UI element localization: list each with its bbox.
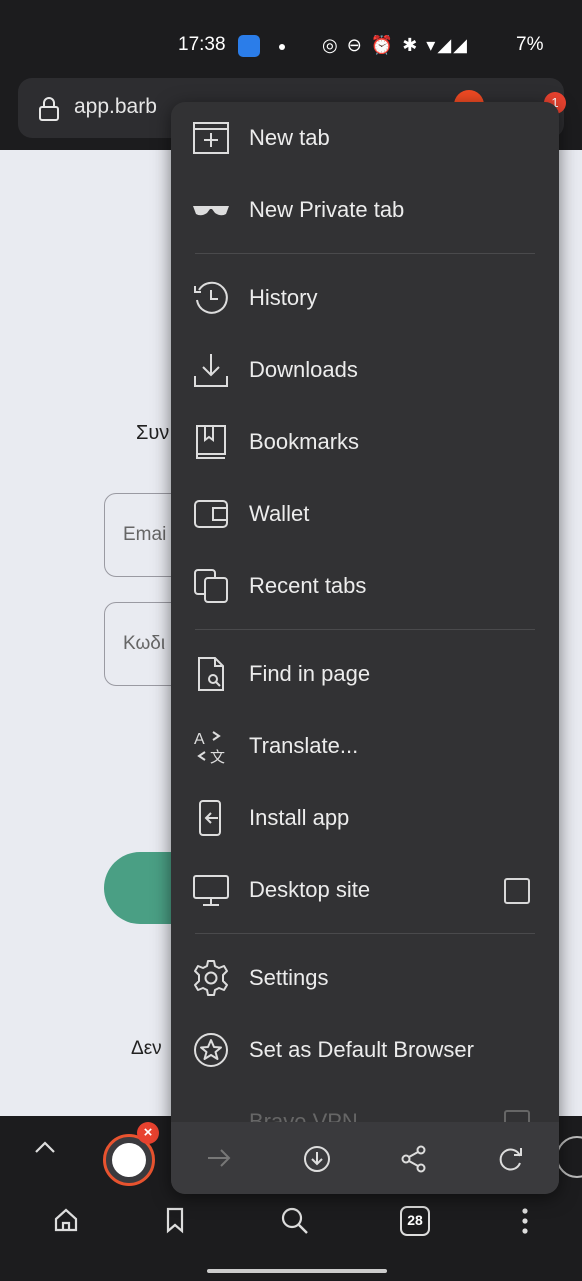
menu-item-set-default-browser[interactable]: Set as Default Browser xyxy=(171,1014,559,1086)
close-icon[interactable]: × xyxy=(137,1122,159,1144)
dot-indicator xyxy=(279,44,285,50)
footer-text: Δεν xyxy=(131,1038,162,1059)
menu-item-settings[interactable]: Settings xyxy=(171,942,559,1014)
install-app-icon xyxy=(191,798,231,838)
password-placeholder: Κωδι xyxy=(123,633,166,654)
menu-item-label: Bookmarks xyxy=(249,429,360,454)
menu-item-find-in-page[interactable]: Find in page xyxy=(171,638,559,710)
forward-icon[interactable] xyxy=(205,1144,233,1172)
gesture-handle[interactable] xyxy=(207,1269,387,1273)
menu-item-label: Install app xyxy=(249,805,350,830)
star-badge-icon xyxy=(191,1030,231,1070)
url-text[interactable]: app.barb xyxy=(74,95,157,119)
menu-item-label: Desktop site xyxy=(249,877,371,902)
menu-item-label: Settings xyxy=(249,965,329,990)
settings-icon xyxy=(191,958,231,998)
desktop-site-checkbox[interactable] xyxy=(504,878,530,904)
menu-item-translate[interactable]: A文 Translate... xyxy=(171,710,559,782)
chevron-up-icon[interactable] xyxy=(30,1136,60,1160)
status-bar: 17:38 ◎ ⊖ ⏰ ✱ ▾◢◢ 7% xyxy=(0,0,582,80)
menu-item-history[interactable]: History xyxy=(171,262,559,334)
download-icon xyxy=(191,350,231,390)
wallet-icon xyxy=(191,494,231,534)
more-icon[interactable] xyxy=(518,1206,532,1236)
find-in-page-icon xyxy=(191,654,231,694)
menu-item-install-app[interactable]: Install app xyxy=(171,782,559,854)
notification-icon xyxy=(238,35,260,57)
translate-icon: A文 xyxy=(191,726,231,766)
svg-text:文: 文 xyxy=(210,748,225,766)
desktop-icon xyxy=(191,870,231,910)
menu-item-label: New Private tab xyxy=(249,197,405,222)
menu-item-downloads[interactable]: Downloads xyxy=(171,334,559,406)
menu-item-label: Set as Default Browser xyxy=(249,1037,474,1062)
bookmarks-icon xyxy=(191,422,231,462)
menu-divider xyxy=(195,253,535,254)
bookmark-icon[interactable] xyxy=(163,1206,187,1234)
menu-item-label: New tab xyxy=(249,125,330,150)
menu-item-label: History xyxy=(249,285,318,310)
download-page-icon[interactable] xyxy=(302,1144,332,1174)
menu-item-label: Wallet xyxy=(249,501,310,526)
menu-item-new-private-tab[interactable]: New Private tab xyxy=(171,174,559,246)
menu-item-recent-tabs[interactable]: Recent tabs xyxy=(171,550,559,622)
battery-level: 7% xyxy=(516,34,544,55)
menu-item-bookmarks[interactable]: Bookmarks xyxy=(171,406,559,478)
reload-icon[interactable] xyxy=(496,1144,526,1174)
menu-item-label: Find in page xyxy=(249,661,371,686)
recent-tabs-icon xyxy=(191,566,231,606)
history-icon xyxy=(191,278,231,318)
flutter-logo-icon xyxy=(112,1143,146,1177)
share-icon[interactable] xyxy=(399,1144,429,1174)
menu-item-desktop-site[interactable]: Desktop site xyxy=(171,854,559,926)
menu-item-new-tab[interactable]: New tab xyxy=(171,102,559,174)
email-placeholder: Emai xyxy=(123,524,167,545)
browser-overflow-menu: New tab New Private tab History Download… xyxy=(171,102,559,1194)
menu-item-label: Recent tabs xyxy=(249,573,367,598)
svg-text:A: A xyxy=(194,731,205,748)
private-glasses-icon xyxy=(191,190,231,230)
search-icon[interactable] xyxy=(280,1206,310,1236)
system-icons: ◎ ⊖ ⏰ ✱ ▾◢◢ xyxy=(322,35,470,55)
home-icon[interactable] xyxy=(52,1206,80,1234)
menu-item-wallet[interactable]: Wallet xyxy=(171,478,559,550)
tabs-icon[interactable]: 28 xyxy=(400,1206,430,1236)
menu-divider xyxy=(195,933,535,934)
menu-item-label: Downloads xyxy=(249,357,358,382)
menu-item-label: Translate... xyxy=(249,733,359,758)
menu-edge-icon[interactable] xyxy=(556,1136,582,1178)
status-time: 17:38 xyxy=(178,34,226,55)
menu-divider xyxy=(195,629,535,630)
menu-action-bar xyxy=(171,1122,559,1194)
new-tab-icon xyxy=(191,118,231,158)
lock-icon[interactable] xyxy=(38,96,60,122)
page-heading: Συν xyxy=(136,422,170,444)
